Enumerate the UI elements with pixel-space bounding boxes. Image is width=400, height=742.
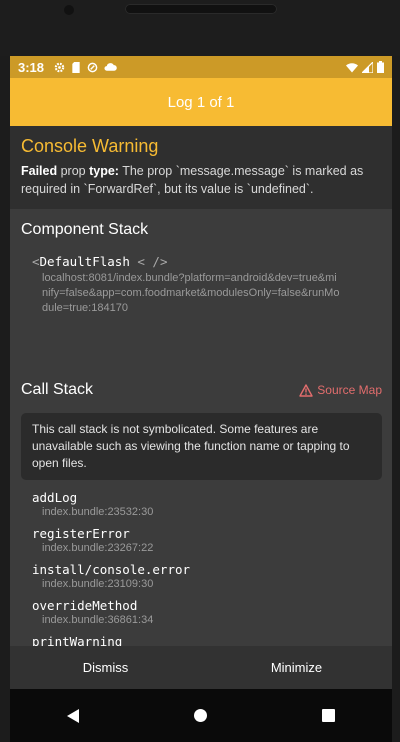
stack-frame-location: index.bundle:23109:30 [42,578,154,590]
component-close-bracket: < /> [137,254,168,269]
minimize-button[interactable]: Minimize [201,646,392,689]
earpiece-speaker [125,4,277,14]
status-time: 3:18 [18,59,45,75]
log-counter: Log 1 of 1 [167,93,235,111]
warning-triangle-icon [299,383,313,397]
data-saver-icon [87,62,98,72]
home-icon[interactable] [193,709,207,722]
android-nav-bar [10,689,392,742]
device-bezel-top [0,0,400,56]
stack-frame-function: registerError [32,526,130,541]
phone-screen: 3:18 Log 1 of 1 Console Warning Failed p… [10,56,392,742]
source-map-label: Source Map [317,383,382,397]
stack-frame[interactable]: overrideMethod index.bundle:36861:34 [32,598,153,626]
log-content[interactable]: Component Stack <DefaultFlash < /> local… [10,209,392,649]
back-icon[interactable] [67,708,80,723]
log-title-bar: Log 1 of 1 [10,78,392,126]
stack-frame[interactable]: addLog index.bundle:23532:30 [32,490,153,518]
warning-prefix-type: type: [89,164,119,178]
source-map-button[interactable]: Source Map [299,383,382,397]
console-warning-header: Console Warning Failed prop type: The pr… [10,126,392,209]
stack-frame-location: index.bundle:23267:22 [42,542,154,554]
stack-frame-function: addLog [32,490,78,505]
stack-frame-location: index.bundle:36861:34 [42,614,154,626]
component-stack-frame: <DefaultFlash < /> [32,254,167,269]
log-footer: Dismiss Minimize [10,646,392,689]
stack-frame-function: overrideMethod [32,598,138,613]
warning-heading: Console Warning [21,136,159,156]
device-bezel-right [392,56,400,742]
front-camera [64,5,74,15]
symbolication-notice: This call stack is not symbolicated. Som… [21,413,382,480]
stack-frame[interactable]: registerError index.bundle:23267:22 [32,526,153,554]
stack-frame[interactable]: install/console.error index.bundle:23109… [32,562,190,590]
component-name: DefaultFlash [39,254,130,269]
wifi-icon [346,62,358,72]
component-stack-heading: Component Stack [21,221,149,238]
warning-prefix: Failed [21,164,58,178]
stack-frame-function: install/console.error [32,562,191,577]
dismiss-button[interactable]: Dismiss [10,646,201,689]
warning-prefix-mid: prop [57,164,90,178]
signal-icon [362,61,373,73]
recents-icon[interactable] [321,709,335,722]
status-bar: 3:18 [10,56,392,78]
battery-icon [377,61,384,73]
gear-icon [54,62,65,72]
stack-frame-location: index.bundle:23532:30 [42,506,154,518]
sd-card-icon [72,61,80,73]
warning-message: Failed prop type: The prop `message.mess… [21,162,381,198]
cloud-icon [104,63,117,71]
component-location: localhost:8081/index.bundle?platform=and… [42,272,340,314]
component-open-bracket: < [32,254,40,269]
call-stack-heading: Call Stack [21,381,94,398]
